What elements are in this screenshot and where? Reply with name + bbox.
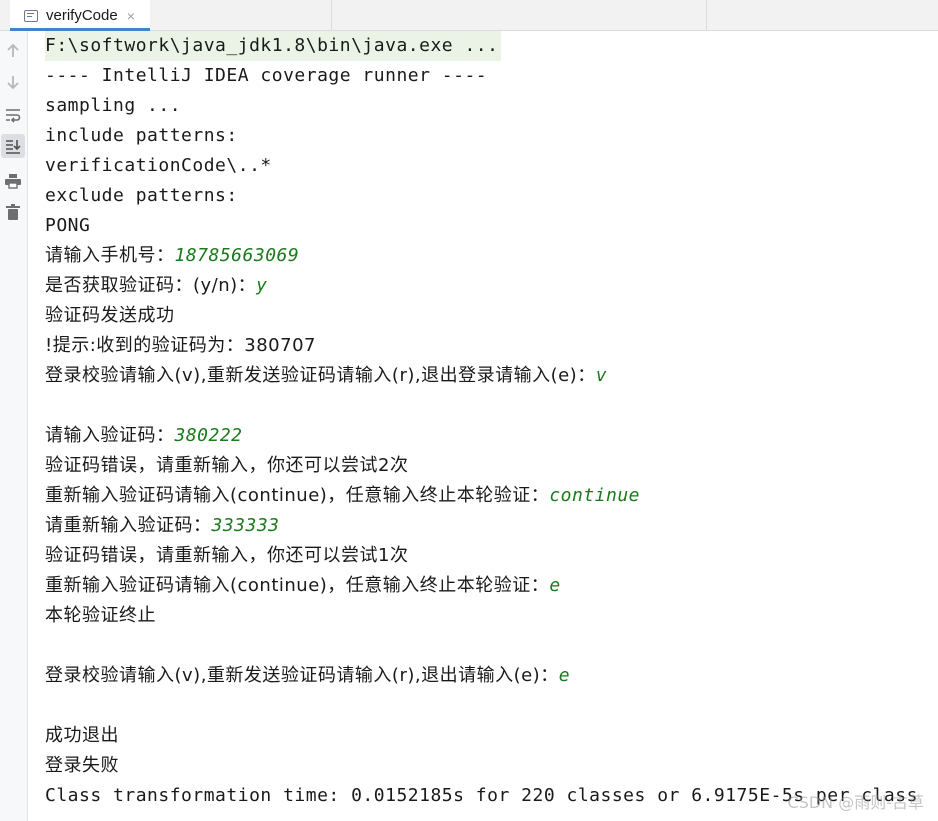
tab-divider <box>706 0 707 31</box>
console-line: exclude patterns: <box>45 185 238 206</box>
prompt-text: 是否获取验证码：(y/n)： <box>45 275 257 296</box>
user-input: 333333 <box>211 515 280 536</box>
close-icon[interactable]: × <box>127 8 135 24</box>
tab-verifycode[interactable]: verifyCode × <box>10 0 150 31</box>
console-line: 成功退出 <box>45 725 119 746</box>
console-line: include patterns: <box>45 125 238 146</box>
console-tab-icon <box>24 9 38 22</box>
watermark: CSDN @雨则-古草 <box>787 793 924 812</box>
print-icon[interactable] <box>1 169 25 193</box>
editor-tab-bar: verifyCode × <box>0 0 938 31</box>
command-line[interactable]: F:\softwork\java_jdk1.8\bin\java.exe ... <box>45 31 502 61</box>
empty-line <box>45 631 938 661</box>
user-input: e <box>558 665 571 686</box>
console-toolbar <box>0 31 28 821</box>
prompt-text: 重新输入验证码请输入(continue)，任意输入终止本轮验证： <box>45 485 550 506</box>
console-line: 登录校验请输入(v),重新发送验证码请输入(r),退出登录请输入(e)：v <box>45 361 938 391</box>
console-line: 登录失败 <box>45 755 119 776</box>
console-line: 验证码错误，请重新输入，你还可以尝试1次 <box>45 545 409 566</box>
console-line: !提示:收到的验证码为：380707 <box>45 335 316 356</box>
console-line: 请输入验证码：380222 <box>45 421 938 451</box>
console-line: ---- IntelliJ IDEA coverage runner ---- <box>45 65 488 86</box>
console-line: 重新输入验证码请输入(continue)，任意输入终止本轮验证：e <box>45 571 938 601</box>
scroll-to-end-icon[interactable] <box>1 134 25 158</box>
prompt-text: 登录校验请输入(v),重新发送验证码请输入(r),退出登录请输入(e)： <box>45 365 596 386</box>
user-input: e <box>549 575 561 596</box>
prompt-text: 重新输入验证码请输入(continue)，任意输入终止本轮验证： <box>45 575 550 596</box>
user-input: 380222 <box>174 425 243 446</box>
soft-wrap-icon[interactable] <box>1 103 25 127</box>
console-line: 登录校验请输入(v),重新发送验证码请输入(r),退出请输入(e)：e <box>45 661 938 691</box>
trash-icon[interactable] <box>1 200 25 224</box>
console-line: PONG <box>45 215 91 236</box>
tab-divider <box>331 0 332 31</box>
user-input: v <box>595 365 608 386</box>
console-line: 是否获取验证码：(y/n)：y <box>45 271 938 301</box>
prompt-text: 请重新输入验证码： <box>45 515 212 536</box>
empty-line <box>45 391 938 421</box>
arrow-down-icon[interactable] <box>1 70 25 94</box>
console-output[interactable]: F:\softwork\java_jdk1.8\bin\java.exe ...… <box>45 31 938 821</box>
prompt-text: 登录校验请输入(v),重新发送验证码请输入(r),退出请输入(e)： <box>45 665 559 686</box>
console-line: 重新输入验证码请输入(continue)，任意输入终止本轮验证：continue <box>45 481 938 511</box>
console-line: 验证码错误，请重新输入，你还可以尝试2次 <box>45 455 409 476</box>
arrow-up-icon[interactable] <box>1 39 25 63</box>
empty-line <box>45 691 938 721</box>
console-line: 请输入手机号：18785663069 <box>45 241 938 271</box>
console-line: 验证码发送成功 <box>45 305 175 326</box>
user-input: 18785663069 <box>174 245 300 266</box>
prompt-text: 请输入验证码： <box>45 425 175 446</box>
user-input: y <box>256 275 268 296</box>
console-line: 请重新输入验证码：333333 <box>45 511 938 541</box>
user-input: continue <box>549 485 641 506</box>
prompt-text: 请输入手机号： <box>45 245 175 266</box>
tab-title: verifyCode <box>46 7 118 24</box>
console-line: sampling ... <box>45 95 182 116</box>
console-line: 本轮验证终止 <box>45 605 156 626</box>
console-line: verificationCode\..* <box>45 155 272 176</box>
